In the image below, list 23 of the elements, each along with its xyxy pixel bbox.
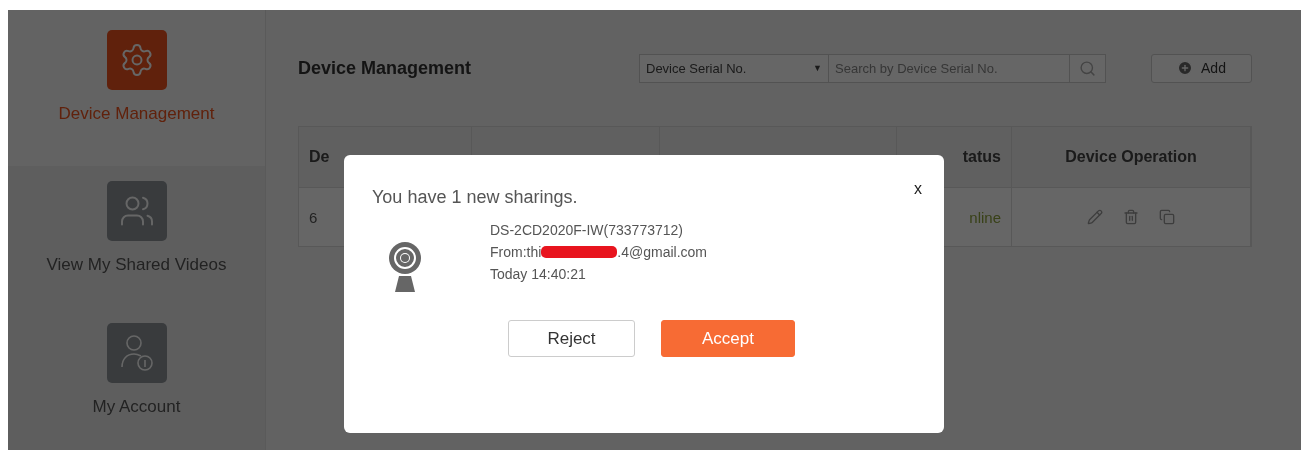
edit-icon[interactable] (1087, 209, 1103, 225)
sidebar-label: View My Shared Videos (46, 255, 227, 276)
reject-button[interactable]: Reject (508, 320, 635, 357)
sidebar-label: Device Management (58, 104, 215, 124)
device-name: DS-2CD2020F-IW(733773712) (490, 222, 684, 238)
sidebar-label: My Account (92, 397, 181, 418)
share-time: Today 14:40:21 (490, 266, 587, 282)
search-icon (1079, 59, 1096, 77)
plus-icon (1177, 60, 1194, 76)
sender-email: From:thi .4@gmail.com (490, 244, 708, 260)
filter-label: Device Serial No. (646, 60, 747, 76)
copy-icon[interactable] (1159, 209, 1175, 225)
sidebar-item[interactable]: My Account (8, 308, 265, 450)
page-title: Device Management (298, 57, 473, 79)
filter-dropdown[interactable]: Device Serial No. ▼ (639, 53, 829, 83)
sidebar-item[interactable]: Device Management (8, 10, 265, 167)
trash-icon[interactable] (1123, 209, 1139, 225)
column-header: Device Operation (1012, 127, 1251, 188)
sidebar-item[interactable]: View My Shared Videos (8, 166, 265, 309)
accept-button[interactable]: Accept (661, 320, 795, 357)
user-info-icon (119, 334, 154, 373)
add-button[interactable]: Add (1151, 53, 1252, 83)
caret-icon: ▼ (813, 63, 822, 73)
